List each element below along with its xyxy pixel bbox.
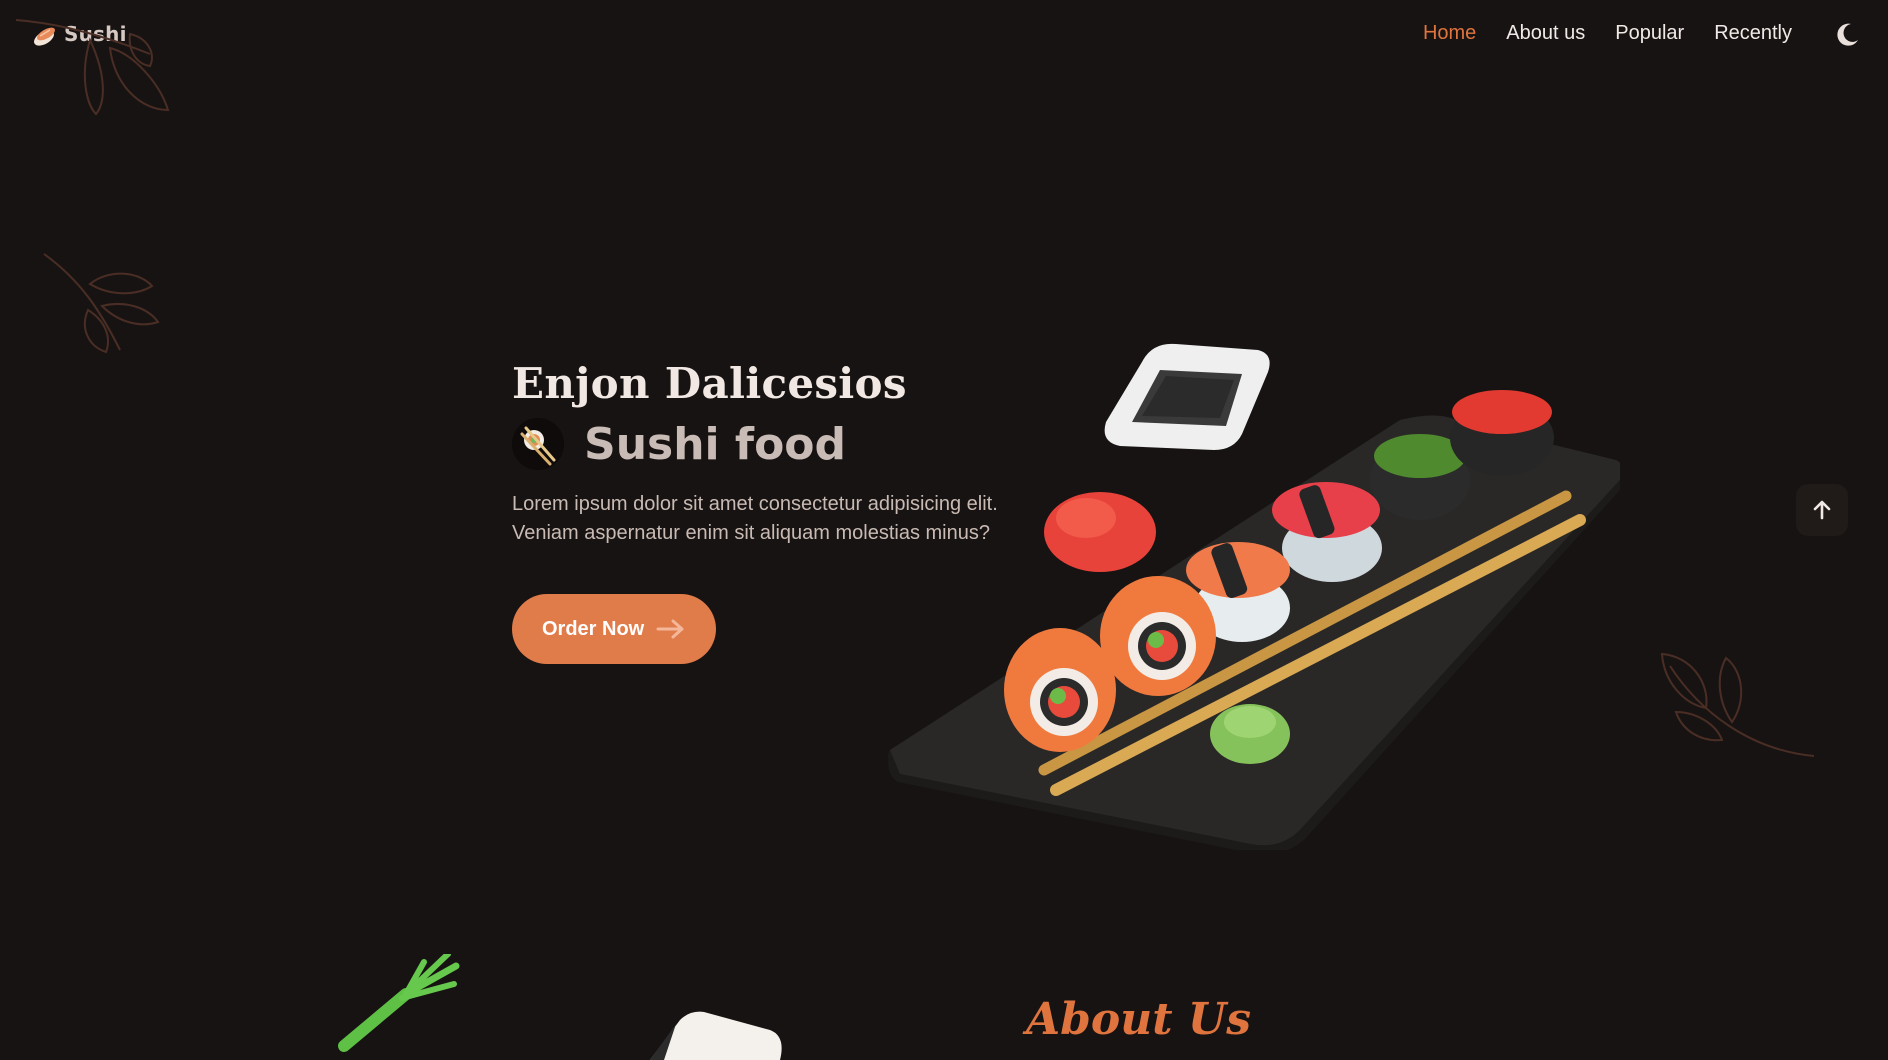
order-now-button[interactable]: Order Now xyxy=(512,594,717,665)
chopsticks-sushi-icon xyxy=(512,418,564,471)
leaf-decoration-right xyxy=(1660,652,1815,757)
landing-page: Sushi Home About us Popular Recently Enj… xyxy=(0,0,1888,1060)
sushi-roll-icon xyxy=(34,27,55,46)
green-onion-decoration xyxy=(338,954,460,1052)
rice-decoration xyxy=(650,1011,782,1060)
scroll-up-button[interactable] xyxy=(1796,484,1848,536)
leaf-decoration-left xyxy=(43,253,160,354)
nav-link-recently[interactable]: Recently xyxy=(1714,22,1792,45)
about-section-title: About Us xyxy=(1026,994,1252,1045)
moon-icon[interactable] xyxy=(1832,20,1862,50)
header: Sushi Home About us Popular Recently xyxy=(0,0,1888,72)
order-now-label: Order Now xyxy=(542,617,645,640)
hero-subtitle: Sushi food xyxy=(584,418,847,470)
logo-text: Sushi xyxy=(64,22,127,46)
arrow-up-icon xyxy=(1813,500,1831,520)
nav-link-popular[interactable]: Popular xyxy=(1615,22,1684,45)
main-nav: Home About us Popular Recently xyxy=(1423,22,1792,45)
nav-link-about-us[interactable]: About us xyxy=(1506,22,1585,45)
nav-link-home[interactable]: Home xyxy=(1423,22,1476,45)
sushi-plate-image xyxy=(888,343,1620,850)
logo[interactable]: Sushi xyxy=(30,18,127,50)
arrow-right-icon xyxy=(656,619,684,639)
